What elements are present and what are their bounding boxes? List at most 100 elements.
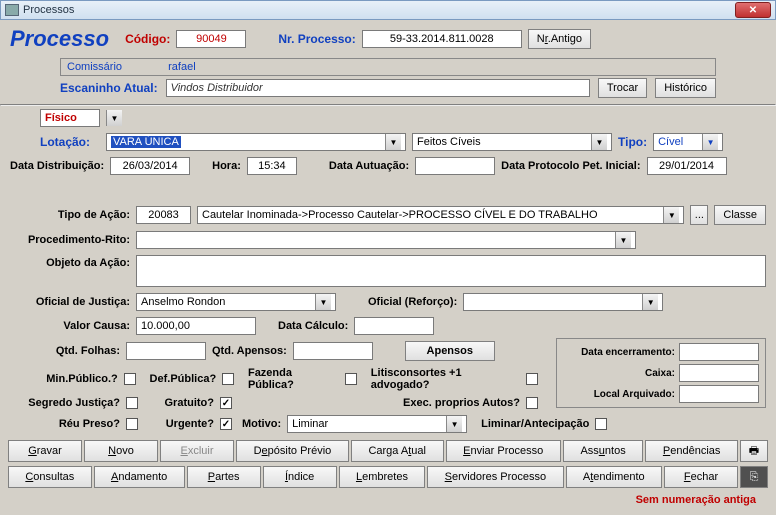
reforco-label: Oficial (Reforço): <box>368 296 457 308</box>
nrproc-label: Nr. Processo: <box>278 32 355 46</box>
gratuito-check[interactable]: ✓ <box>220 397 232 409</box>
reforco-combo[interactable]: ▼ <box>463 293 663 311</box>
liminar-label: Liminar/Antecipação <box>481 418 589 430</box>
tipoacao-browse[interactable]: ... <box>690 205 708 225</box>
valor-label: Valor Causa: <box>10 320 130 332</box>
assuntos-button[interactable]: Assuntos <box>563 440 643 462</box>
segredo-check[interactable] <box>126 397 138 409</box>
procrito-row: Procedimento-Rito: ▼ <box>0 228 776 252</box>
print-button[interactable]: 🖶 <box>740 440 768 462</box>
app-title: Processo <box>10 26 109 52</box>
valor-field[interactable]: 10.000,00 <box>136 317 256 335</box>
window-icon <box>5 4 19 16</box>
tipoacao-dropdown[interactable]: ▼ <box>663 207 679 223</box>
check-row-1: Min.Público.? Def.Pública? Fazenda Públi… <box>10 364 548 394</box>
fisico-dropdown[interactable]: ▼ <box>106 110 122 126</box>
local-label: Local Arquivado: <box>563 389 675 400</box>
indice-button[interactable]: Índice <box>263 466 337 488</box>
check-row-2: Segredo Justiça? Gratuito? ✓ Exec. propr… <box>10 394 548 412</box>
classe-button[interactable]: Classe <box>714 205 766 225</box>
reu-label: Réu Preso? <box>10 418 120 430</box>
fechar-button[interactable]: Fechar <box>664 466 738 488</box>
litis-label: Litisconsortes +1 advogado? <box>371 367 520 391</box>
litis-check[interactable] <box>526 373 538 385</box>
dataaut-field[interactable] <box>415 157 495 175</box>
datacalc-field[interactable] <box>354 317 434 335</box>
defpub-label: Def.Pública? <box>150 373 217 385</box>
objeto-row: Objeto da Ação: <box>0 252 776 290</box>
lotacao-dropdown[interactable]: ▼ <box>385 134 401 150</box>
dataenc-label: Data encerramento: <box>563 347 675 358</box>
enviar-button[interactable]: Enviar Processo <box>446 440 561 462</box>
fazpub-check[interactable] <box>345 373 357 385</box>
exit-button[interactable]: ⎘ <box>740 466 768 488</box>
apensos-field[interactable] <box>293 342 373 360</box>
historico-button[interactable]: Histórico <box>655 78 716 98</box>
execprop-check[interactable] <box>526 397 538 409</box>
minpub-check[interactable] <box>124 373 136 385</box>
caixa-field[interactable] <box>679 364 759 382</box>
hora-field[interactable]: 15:34 <box>247 157 297 175</box>
objeto-field[interactable] <box>136 255 766 287</box>
dataprot-label: Data Protocolo Pet. Inicial: <box>501 160 640 172</box>
lotacao-row: Lotação: VARA ÚNICA ▼ Feitos Cíveis ▼ Ti… <box>0 130 776 154</box>
fazpub-label: Fazenda Pública? <box>248 367 339 391</box>
close-button[interactable]: ✕ <box>735 2 771 18</box>
tipo-combo[interactable]: Cível ▼ <box>653 133 723 151</box>
datadist-field[interactable]: 26/03/2014 <box>110 157 190 175</box>
procrito-combo[interactable]: ▼ <box>136 231 636 249</box>
carga-button[interactable]: Carga Atual <box>351 440 444 462</box>
trocar-button[interactable]: Trocar <box>598 78 647 98</box>
andamento-button[interactable]: Andamento <box>94 466 185 488</box>
header-row: Processo Código: 90049 Nr. Processo: 59-… <box>0 20 776 56</box>
excluir-button[interactable]: Excluir <box>160 440 234 462</box>
feitos-combo[interactable]: Feitos Cíveis ▼ <box>412 133 612 151</box>
lembretes-button[interactable]: Lembretes <box>339 466 426 488</box>
oficial-row: Oficial de Justiça: Anselmo Rondon ▼ Ofi… <box>0 290 776 314</box>
reu-check[interactable] <box>126 418 138 430</box>
liminar-check[interactable] <box>595 418 607 430</box>
urgente-check[interactable]: ✓ <box>220 418 232 430</box>
tipoacao-codigo[interactable]: 20083 <box>136 206 191 224</box>
exit-icon: ⎘ <box>750 471 759 484</box>
check-row-3: Réu Preso? Urgente? ✓ Motivo: Liminar ▼ … <box>0 412 776 436</box>
servidores-button[interactable]: Servidores Processo <box>427 466 563 488</box>
consultas-button[interactable]: Consultas <box>8 466 92 488</box>
local-field[interactable] <box>679 385 759 403</box>
deposito-button[interactable]: Depósito Prévio <box>236 440 349 462</box>
lotacao-combo[interactable]: VARA ÚNICA ▼ <box>106 133 406 151</box>
tipoacao-desc[interactable]: Cautelar Inominada->Processo Cautelar->P… <box>197 206 684 224</box>
valor-row: Valor Causa: 10.000,00 Data Cálculo: <box>0 314 776 338</box>
nrantigo-button[interactable]: Nr.Antigo <box>528 29 591 49</box>
reforco-dropdown[interactable]: ▼ <box>642 294 658 310</box>
oficial-combo[interactable]: Anselmo Rondon ▼ <box>136 293 336 311</box>
nrproc-field[interactable]: 59-33.2014.811.0028 <box>362 30 522 48</box>
window-title: Processos <box>23 4 74 16</box>
motivo-combo[interactable]: Liminar ▼ <box>287 415 467 433</box>
partes-button[interactable]: Partes <box>187 466 261 488</box>
defpub-check[interactable] <box>222 373 234 385</box>
feitos-dropdown[interactable]: ▼ <box>591 134 607 150</box>
atendimento-button[interactable]: Atendimento <box>566 466 662 488</box>
gravar-button[interactable]: Gravar <box>8 440 82 462</box>
dataenc-field[interactable] <box>679 343 759 361</box>
procrito-dropdown[interactable]: ▼ <box>615 232 631 248</box>
folhas-field[interactable] <box>126 342 206 360</box>
datas-row: Data Distribuição: 26/03/2014 Hora: 15:3… <box>0 154 776 178</box>
dataprot-field[interactable]: 29/01/2014 <box>647 157 727 175</box>
fisico-combo[interactable]: Físico <box>40 109 100 127</box>
tipo-dropdown[interactable]: ▼ <box>702 134 718 150</box>
footer: Sem numeração antiga <box>0 492 776 510</box>
motivo-dropdown[interactable]: ▼ <box>446 416 462 432</box>
lotacao-label: Lotação: <box>40 135 100 149</box>
apensos-button[interactable]: Apensos <box>405 341 495 361</box>
pendencias-button[interactable]: Pendências <box>645 440 738 462</box>
objeto-label: Objeto da Ação: <box>10 255 130 269</box>
escaninho-row: Escaninho Atual: Vindos Distribuidor Tro… <box>60 78 716 98</box>
novo-button[interactable]: Novo <box>84 440 158 462</box>
oficial-dropdown[interactable]: ▼ <box>315 294 331 310</box>
escaninho-field[interactable]: Vindos Distribuidor <box>166 79 590 97</box>
tipoacao-label: Tipo de Ação: <box>10 209 130 221</box>
codigo-field[interactable]: 90049 <box>176 30 246 48</box>
button-bar-1: Gravar Novo Excluir Depósito Prévio Carg… <box>0 436 776 466</box>
